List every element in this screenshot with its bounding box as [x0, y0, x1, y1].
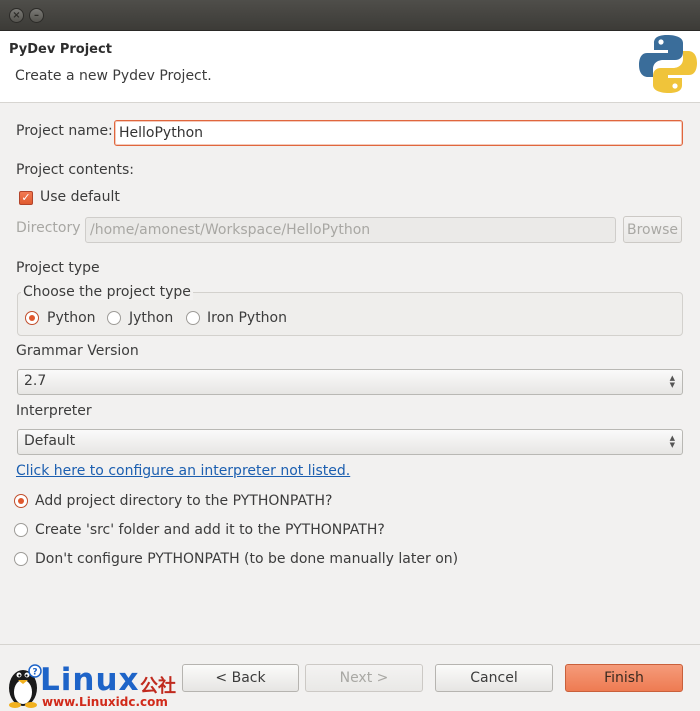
radio-add-project-dir-label: Add project directory to the PYTHONPATH?: [35, 493, 333, 509]
grammar-version-select[interactable]: 2.7 ▲ ▼: [17, 369, 683, 395]
radio-iron-python-label: Iron Python: [207, 310, 287, 326]
back-button[interactable]: < Back: [182, 664, 299, 692]
directory-input[interactable]: [85, 217, 616, 243]
radio-jython[interactable]: [107, 311, 121, 325]
interpreter-label: Interpreter: [16, 403, 92, 419]
title-bar: [0, 0, 700, 31]
use-default-label: Use default: [40, 189, 120, 205]
svg-text:?: ?: [32, 668, 37, 678]
use-default-checkbox[interactable]: ✓: [19, 191, 33, 205]
footer-divider: [0, 644, 700, 645]
grammar-version-value: 2.7: [24, 373, 47, 389]
close-icon: ×: [12, 10, 21, 21]
project-contents-label: Project contents:: [16, 162, 134, 178]
project-type-group-title: Choose the project type: [21, 284, 193, 300]
python-logo-icon: [639, 35, 697, 93]
radio-python[interactable]: [25, 311, 39, 325]
minimize-window-button[interactable]: –: [29, 8, 44, 23]
radio-dont-configure-label: Don't configure PYTHONPATH (to be done m…: [35, 551, 459, 567]
directory-label: Directory: [16, 220, 81, 236]
cancel-button[interactable]: Cancel: [435, 664, 553, 692]
updown-arrows-icon: ▲ ▼: [669, 434, 675, 449]
radio-python-label: Python: [47, 310, 96, 326]
wizard-description: Create a new Pydev Project.: [15, 68, 212, 84]
project-name-label: Project name:: [16, 123, 113, 139]
watermark-brand: Linux: [40, 662, 140, 698]
interpreter-value: Default: [24, 433, 76, 449]
project-name-input[interactable]: [114, 120, 683, 146]
minimize-icon: –: [34, 10, 39, 21]
project-type-label: Project type: [16, 260, 100, 276]
interpreter-select[interactable]: Default ▲ ▼: [17, 429, 683, 455]
tux-penguin-icon: ?: [9, 664, 42, 708]
finish-button[interactable]: Finish: [565, 664, 683, 692]
radio-add-project-dir[interactable]: [14, 494, 28, 508]
watermark-url: www.Linuxidc.com: [42, 695, 168, 709]
configure-interpreter-link[interactable]: Click here to configure an interpreter n…: [16, 463, 350, 479]
updown-arrows-icon: ▲ ▼: [669, 374, 675, 389]
wizard-title: PyDev Project: [9, 42, 112, 57]
radio-create-src-folder[interactable]: [14, 523, 28, 537]
grammar-version-label: Grammar Version: [16, 343, 139, 359]
close-window-button[interactable]: ×: [9, 8, 24, 23]
radio-iron-python[interactable]: [186, 311, 200, 325]
radio-create-src-folder-label: Create 'src' folder and add it to the PY…: [35, 522, 385, 538]
radio-jython-label: Jython: [129, 310, 174, 326]
radio-dont-configure[interactable]: [14, 552, 28, 566]
browse-button[interactable]: Browse: [623, 216, 682, 243]
next-button[interactable]: Next >: [305, 664, 423, 692]
